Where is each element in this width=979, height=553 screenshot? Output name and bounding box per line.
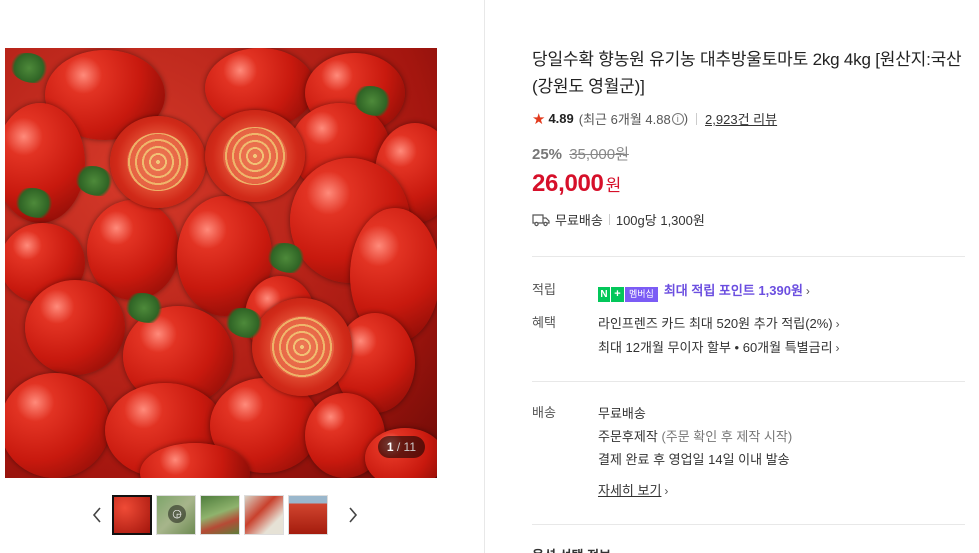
made-to-order: 주문후제작 (주문 확인 후 제작 시작) bbox=[598, 429, 793, 444]
discount-row: 25% 35,000원 bbox=[532, 143, 964, 164]
perks-label: 혜택 bbox=[532, 315, 556, 330]
product-main-image[interactable]: 1 / 11 bbox=[5, 48, 437, 478]
price-currency: 원 bbox=[605, 176, 622, 195]
thumbnail-2-video[interactable] bbox=[156, 495, 196, 535]
info-icon[interactable]: i bbox=[671, 112, 684, 125]
naver-plus-membership-badge: N + 멤버십 bbox=[598, 287, 658, 302]
rating-score: 4.89 bbox=[548, 111, 574, 126]
sale-price: 26,000 원 bbox=[532, 170, 964, 198]
chevron-right-icon bbox=[349, 507, 358, 523]
chevron-right-icon: › bbox=[805, 284, 810, 298]
rating-row: ★ 4.89 (최근 6개월 4.88 i) 2,923건 리뷰 bbox=[532, 109, 964, 128]
section-divider bbox=[532, 256, 965, 257]
perk-card-link[interactable]: 라인프렌즈 카드 최대 520원 추가 적립(2%) › bbox=[598, 312, 840, 336]
star-icon: ★ bbox=[532, 110, 546, 128]
thumbnail-1[interactable] bbox=[112, 495, 152, 535]
thumbnail-next-button[interactable] bbox=[342, 495, 364, 535]
chevron-left-icon bbox=[92, 507, 101, 523]
divider bbox=[608, 214, 610, 225]
truck-icon bbox=[532, 213, 550, 226]
perks-row: 혜택 라인프렌즈 카드 최대 520원 추가 적립(2%) › 최대 12개월 무… bbox=[532, 312, 840, 360]
thumbnail-3[interactable] bbox=[200, 495, 240, 535]
image-counter: 1 / 11 bbox=[377, 436, 425, 458]
option-section-title: 옵션 선택 정보 bbox=[532, 545, 611, 553]
divider bbox=[696, 112, 698, 125]
section-divider bbox=[532, 381, 965, 382]
product-info: 당일수확 향농원 유기농 대추방울토마토 2kg 4kg [원산지:국산(강원도… bbox=[532, 46, 964, 229]
panel-divider bbox=[484, 0, 485, 553]
points-label: 적립 bbox=[532, 282, 556, 297]
product-title: 당일수확 향농원 유기농 대추방울토마토 2kg 4kg [원산지:국산(강원도… bbox=[532, 50, 962, 96]
price-value: 26,000 bbox=[532, 170, 604, 197]
rating-recent: (최근 6개월 4.88 bbox=[578, 112, 671, 127]
rating-recent-close: ) bbox=[683, 111, 689, 126]
review-count-link[interactable]: 2,923건 리뷰 bbox=[705, 109, 777, 128]
thumbnail-4[interactable] bbox=[244, 495, 284, 535]
original-price: 35,000원 bbox=[569, 146, 629, 163]
chevron-right-icon: › bbox=[664, 484, 669, 498]
points-row: 적립 N + 멤버십 최대 적립 포인트 1,390원 › bbox=[532, 279, 810, 303]
discount-percent: 25% bbox=[532, 146, 563, 163]
unit-price: 100g당 1,300원 bbox=[615, 213, 705, 228]
section-divider bbox=[532, 524, 965, 525]
thumbnail-prev-button[interactable] bbox=[86, 495, 108, 535]
shipping-fee: 무료배송 bbox=[555, 213, 603, 228]
delivery-fee: 무료배송 bbox=[598, 406, 646, 421]
delivery-row: 배송 무료배송 주문후제작 (주문 확인 후 제작 시작) 결제 완료 후 영업… bbox=[532, 402, 792, 503]
chevron-right-icon: › bbox=[835, 317, 840, 331]
points-link[interactable]: N + 멤버십 최대 적립 포인트 1,390원 › bbox=[598, 279, 810, 303]
delivery-label: 배송 bbox=[532, 405, 556, 420]
delivery-detail-link[interactable]: 자세히 보기 › bbox=[598, 479, 792, 503]
perk-installment-link[interactable]: 최대 12개월 무이자 할부 • 60개월 특별금리 › bbox=[598, 336, 840, 360]
chevron-right-icon: › bbox=[835, 341, 840, 355]
thumbnail-strip bbox=[86, 494, 364, 536]
dispatch-info: 결제 완료 후 영업일 14일 이내 발송 bbox=[598, 452, 790, 467]
shipping-summary: 무료배송 100g당 1,300원 bbox=[532, 210, 964, 229]
thumbnail-5[interactable] bbox=[288, 495, 328, 535]
